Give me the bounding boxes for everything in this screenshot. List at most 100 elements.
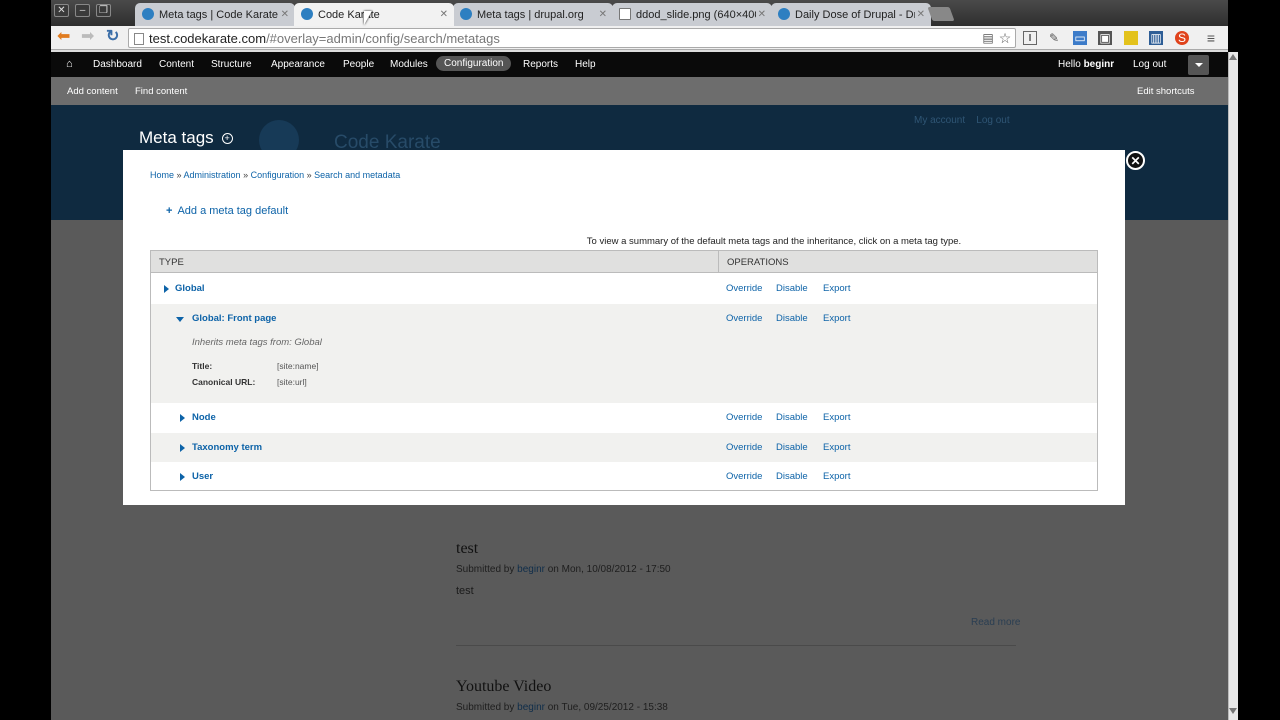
user-link[interactable]: beginr: [1084, 59, 1115, 70]
menu-structure[interactable]: Structure: [211, 59, 252, 70]
screenshot-extension-icon[interactable]: ▭: [1073, 31, 1087, 45]
post-meta: Submitted by beginr on Mon, 10/08/2012 -…: [456, 564, 671, 575]
close-window-icon[interactable]: ✕: [54, 4, 69, 17]
my-account-link[interactable]: My account: [914, 115, 965, 126]
scroll-down-icon[interactable]: [1229, 708, 1237, 714]
maximize-window-icon[interactable]: ❐: [96, 4, 111, 17]
clipboard-extension-icon[interactable]: ▣: [1098, 31, 1112, 45]
disable-link[interactable]: Disable: [776, 471, 808, 482]
tab-daily-dose[interactable]: Daily Dose of Drupal - Dru ✕: [771, 3, 931, 26]
eyedropper-extension-icon[interactable]: ✎: [1047, 31, 1061, 45]
menu-modules[interactable]: Modules: [390, 59, 428, 70]
menu-icon[interactable]: ≡: [1204, 31, 1218, 45]
menu-configuration[interactable]: Configuration: [436, 56, 512, 71]
export-link[interactable]: Export: [823, 471, 850, 482]
expand-arrow-icon[interactable]: [180, 444, 185, 452]
home-icon[interactable]: ⌂: [66, 58, 73, 70]
post-author[interactable]: beginr: [517, 564, 545, 575]
shortcuts-toggle-button[interactable]: [1188, 55, 1209, 75]
export-link[interactable]: Export: [823, 442, 850, 453]
bookmark-star-icon[interactable]: ☆: [998, 31, 1012, 45]
disable-link[interactable]: Disable: [776, 283, 808, 294]
tab-ddod-slide[interactable]: ddod_slide.png (640×400) ✕: [612, 3, 772, 26]
close-overlay-icon[interactable]: ✕: [1126, 151, 1145, 170]
browser-toolbar: ⬅ ➡ ↻ test.codekarate.com/#overlay=admin…: [51, 26, 1228, 50]
find-content-link[interactable]: Find content: [135, 86, 187, 97]
menu-dashboard[interactable]: Dashboard: [93, 59, 142, 70]
trello-extension-icon[interactable]: ▥: [1149, 31, 1163, 45]
override-link[interactable]: Override: [726, 442, 762, 453]
post-title[interactable]: test: [456, 540, 671, 558]
menu-content[interactable]: Content: [159, 59, 194, 70]
logout-link[interactable]: Log out: [1133, 59, 1166, 70]
menu-help[interactable]: Help: [575, 59, 596, 70]
expand-arrow-icon[interactable]: [180, 414, 185, 422]
export-link[interactable]: Export: [823, 283, 850, 294]
tab-meta-tags-code-karate[interactable]: Meta tags | Code Karate ✕: [135, 3, 295, 26]
export-link[interactable]: Export: [823, 313, 850, 324]
column-type: TYPE: [159, 257, 184, 268]
info-extension-icon[interactable]: I: [1023, 31, 1037, 45]
disable-link[interactable]: Disable: [776, 313, 808, 324]
breadcrumb-administration[interactable]: Administration: [184, 170, 241, 180]
disable-link[interactable]: Disable: [776, 412, 808, 423]
breadcrumb: Home » Administration » Configuration » …: [150, 170, 401, 180]
type-name[interactable]: Global: Front page: [192, 313, 276, 324]
screen: ✕ – ❐ Meta tags | Code Karate ✕ Code Kar…: [0, 0, 1280, 720]
table-row-global-front-page: Global: Front page Override Disable Expo…: [151, 304, 1097, 403]
close-tab-icon[interactable]: ✕: [599, 9, 607, 20]
breadcrumb-home[interactable]: Home: [150, 170, 174, 180]
stumbleupon-icon[interactable]: S: [1175, 31, 1189, 45]
scrollbar[interactable]: [1228, 0, 1280, 720]
override-link[interactable]: Override: [726, 412, 762, 423]
breadcrumb-configuration[interactable]: Configuration: [251, 170, 305, 180]
edit-shortcuts-link[interactable]: Edit shortcuts: [1137, 86, 1195, 97]
override-link[interactable]: Override: [726, 283, 762, 294]
reload-icon[interactable]: ↻: [106, 29, 119, 45]
type-name[interactable]: Taxonomy term: [192, 442, 262, 453]
expand-arrow-icon[interactable]: [164, 285, 169, 293]
disable-link[interactable]: Disable: [776, 442, 808, 453]
add-meta-tag-default-link[interactable]: + Add a meta tag default: [166, 205, 288, 217]
type-name[interactable]: User: [192, 471, 213, 482]
back-icon[interactable]: ⬅: [57, 29, 70, 45]
scroll-up-icon[interactable]: [1229, 54, 1237, 60]
menu-reports[interactable]: Reports: [523, 59, 558, 70]
post-title[interactable]: Youtube Video: [456, 678, 668, 696]
new-tab-button[interactable]: [927, 7, 955, 21]
add-content-link[interactable]: Add content: [67, 86, 118, 97]
override-link[interactable]: Override: [726, 313, 762, 324]
menu-people[interactable]: People: [343, 59, 374, 70]
summary-text: To view a summary of the default meta ta…: [586, 236, 962, 247]
title-label: Title:: [192, 361, 213, 371]
override-link[interactable]: Override: [726, 471, 762, 482]
type-name[interactable]: Global: [175, 283, 205, 294]
read-more-link[interactable]: Read more: [971, 617, 1020, 628]
post-author[interactable]: beginr: [517, 702, 545, 713]
menu-appearance[interactable]: Appearance: [271, 59, 325, 70]
collapse-arrow-icon[interactable]: [176, 317, 184, 322]
site-logout-link[interactable]: Log out: [976, 115, 1009, 126]
tab-meta-tags-drupal[interactable]: Meta tags | drupal.org ✕: [453, 3, 613, 26]
forward-icon[interactable]: ➡: [81, 29, 94, 45]
overlay-dialog: Home » Administration » Configuration » …: [123, 150, 1125, 505]
plus-icon: +: [166, 205, 173, 217]
tab-code-karate[interactable]: Code Karate ✕: [294, 3, 454, 26]
breadcrumb-search-and-metadata[interactable]: Search and metadata: [314, 170, 400, 180]
close-tab-icon[interactable]: ✕: [281, 9, 289, 20]
title-value: [site:name]: [277, 361, 319, 371]
admin-toolbar: ⌂ Dashboard Content Structure Appearance…: [51, 52, 1228, 77]
site-user-links: My account Log out: [914, 115, 1010, 126]
add-shortcut-icon[interactable]: +: [221, 133, 233, 144]
close-tab-icon[interactable]: ✕: [758, 9, 766, 20]
type-name[interactable]: Node: [192, 412, 216, 423]
expand-arrow-icon[interactable]: [180, 473, 185, 481]
page-action-icon[interactable]: ▤: [981, 31, 995, 45]
close-tab-icon[interactable]: ✕: [440, 9, 448, 20]
close-tab-icon[interactable]: ✕: [917, 9, 925, 20]
scrollbar-track[interactable]: [1228, 52, 1238, 720]
note-extension-icon[interactable]: [1124, 31, 1138, 45]
export-link[interactable]: Export: [823, 412, 850, 423]
address-bar[interactable]: test.codekarate.com/#overlay=admin/confi…: [128, 28, 1016, 48]
minimize-window-icon[interactable]: –: [75, 4, 90, 17]
